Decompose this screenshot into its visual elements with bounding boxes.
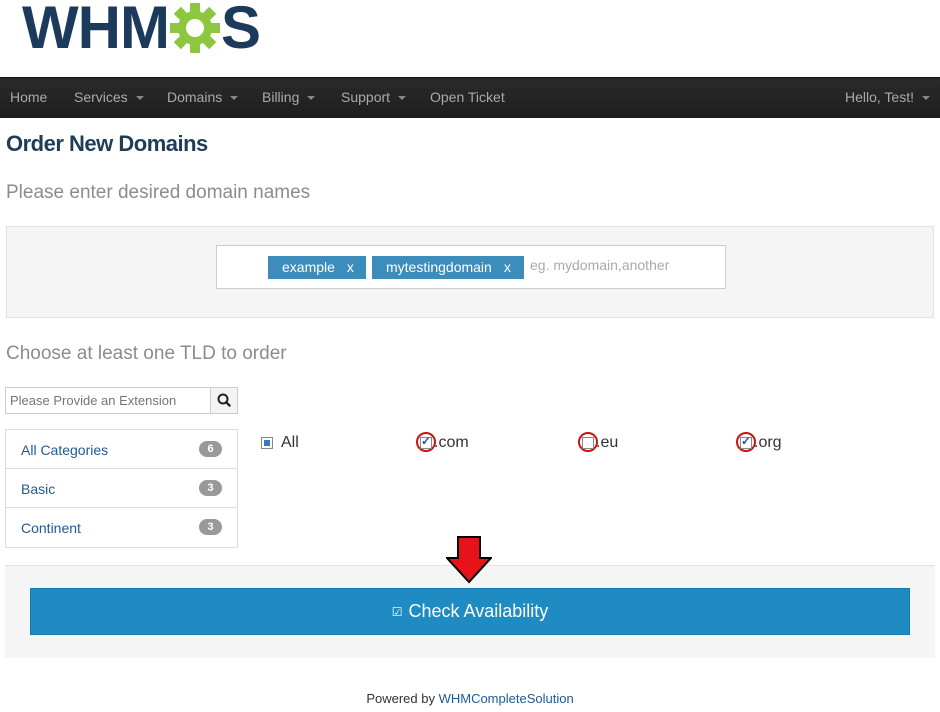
- domain-input-placeholder[interactable]: eg. mydomain,another: [530, 257, 669, 273]
- footer-prefix: Powered by: [366, 691, 439, 706]
- page-title: Order New Domains: [6, 131, 208, 156]
- tld-label: .org: [754, 434, 782, 451]
- tld-com-checkbox[interactable]: [420, 434, 432, 449]
- nav-domains-label: Domains: [167, 89, 223, 105]
- caret-down-icon: [135, 96, 144, 101]
- remove-tag-button[interactable]: x: [347, 259, 354, 275]
- nav-open-ticket-label: Open Ticket: [430, 89, 505, 105]
- caret-down-icon: [307, 96, 316, 101]
- tld-all-checkbox[interactable]: [261, 437, 273, 449]
- domain-tag-label: mytestingdomain: [386, 259, 492, 275]
- check-availability-label: Check Availability: [408, 601, 549, 621]
- extension-search-button[interactable]: [210, 387, 238, 414]
- tld-eu-checkbox[interactable]: [582, 437, 594, 449]
- tld-option-all[interactable]: All: [261, 433, 299, 453]
- category-item-all[interactable]: All Categories 6: [6, 430, 237, 469]
- tld-label: .com: [434, 434, 469, 451]
- nav-billing[interactable]: Billing: [262, 78, 316, 118]
- tld-option-org[interactable]: .org: [740, 433, 782, 453]
- whmcs-logo[interactable]: WHM S: [22, 0, 261, 61]
- arrow-down-icon: [446, 536, 492, 584]
- category-count-badge: 6: [199, 441, 222, 457]
- nav-home[interactable]: Home: [10, 78, 47, 118]
- caret-down-icon: [398, 96, 407, 101]
- nav-open-ticket[interactable]: Open Ticket: [430, 78, 505, 118]
- category-list: All Categories 6 Basic 3 Continent 3: [5, 429, 238, 548]
- domain-tag: mytestingdomain x: [372, 256, 524, 279]
- nav-domains[interactable]: Domains: [167, 78, 239, 118]
- logo-text-prefix: WHM: [22, 0, 170, 61]
- check-availability-button[interactable]: ☑ Check Availability: [30, 588, 910, 635]
- domain-input-panel: example x mytestingdomain x eg. mydomain,a…: [6, 226, 934, 318]
- footer: Powered by WHMCompleteSolution: [0, 691, 940, 706]
- remove-tag-button[interactable]: x: [504, 259, 511, 275]
- tld-prompt: Choose at least one TLD to order: [6, 343, 287, 364]
- nav-services-label: Services: [74, 89, 128, 105]
- category-label: All Categories: [21, 442, 109, 458]
- nav-user-label: Hello, Test!: [845, 89, 914, 105]
- category-count-badge: 3: [199, 519, 222, 535]
- category-label: Continent: [21, 520, 81, 536]
- extension-search: [5, 387, 238, 414]
- footer-link[interactable]: WHMCompleteSolution: [439, 691, 574, 706]
- nav-home-label: Home: [10, 89, 48, 105]
- tld-option-com[interactable]: .com: [420, 433, 469, 453]
- category-count-badge: 3: [199, 480, 222, 496]
- category-label: Basic: [21, 481, 56, 497]
- caret-down-icon: [230, 96, 239, 101]
- domain-tag-input[interactable]: example x mytestingdomain x eg. mydomain,a…: [216, 245, 726, 289]
- tld-option-eu[interactable]: .eu: [582, 433, 618, 453]
- tld-label: .eu: [596, 434, 619, 451]
- nav-support-label: Support: [341, 89, 391, 105]
- nav-support[interactable]: Support: [341, 78, 407, 118]
- nav-services[interactable]: Services: [74, 78, 144, 118]
- domain-tag-label: example: [282, 259, 335, 275]
- domain-tag: example x: [268, 256, 366, 279]
- nav-user-menu[interactable]: Hello, Test!: [845, 78, 930, 118]
- search-icon: [217, 393, 231, 407]
- tld-label: All: [281, 434, 299, 451]
- caret-down-icon: [922, 96, 930, 101]
- nav-billing-label: Billing: [262, 89, 300, 105]
- extension-search-input[interactable]: [5, 387, 211, 414]
- logo-text-suffix: S: [220, 0, 261, 61]
- category-item-basic[interactable]: Basic 3: [6, 469, 237, 508]
- gear-icon: [169, 3, 220, 53]
- check-square-icon: ☑: [391, 605, 403, 620]
- domain-prompt: Please enter desired domain names: [6, 182, 311, 203]
- top-navbar: Home Services Domains Billing Support Op…: [0, 77, 940, 118]
- tld-org-checkbox[interactable]: [740, 434, 752, 449]
- category-item-continent[interactable]: Continent 3: [6, 508, 237, 547]
